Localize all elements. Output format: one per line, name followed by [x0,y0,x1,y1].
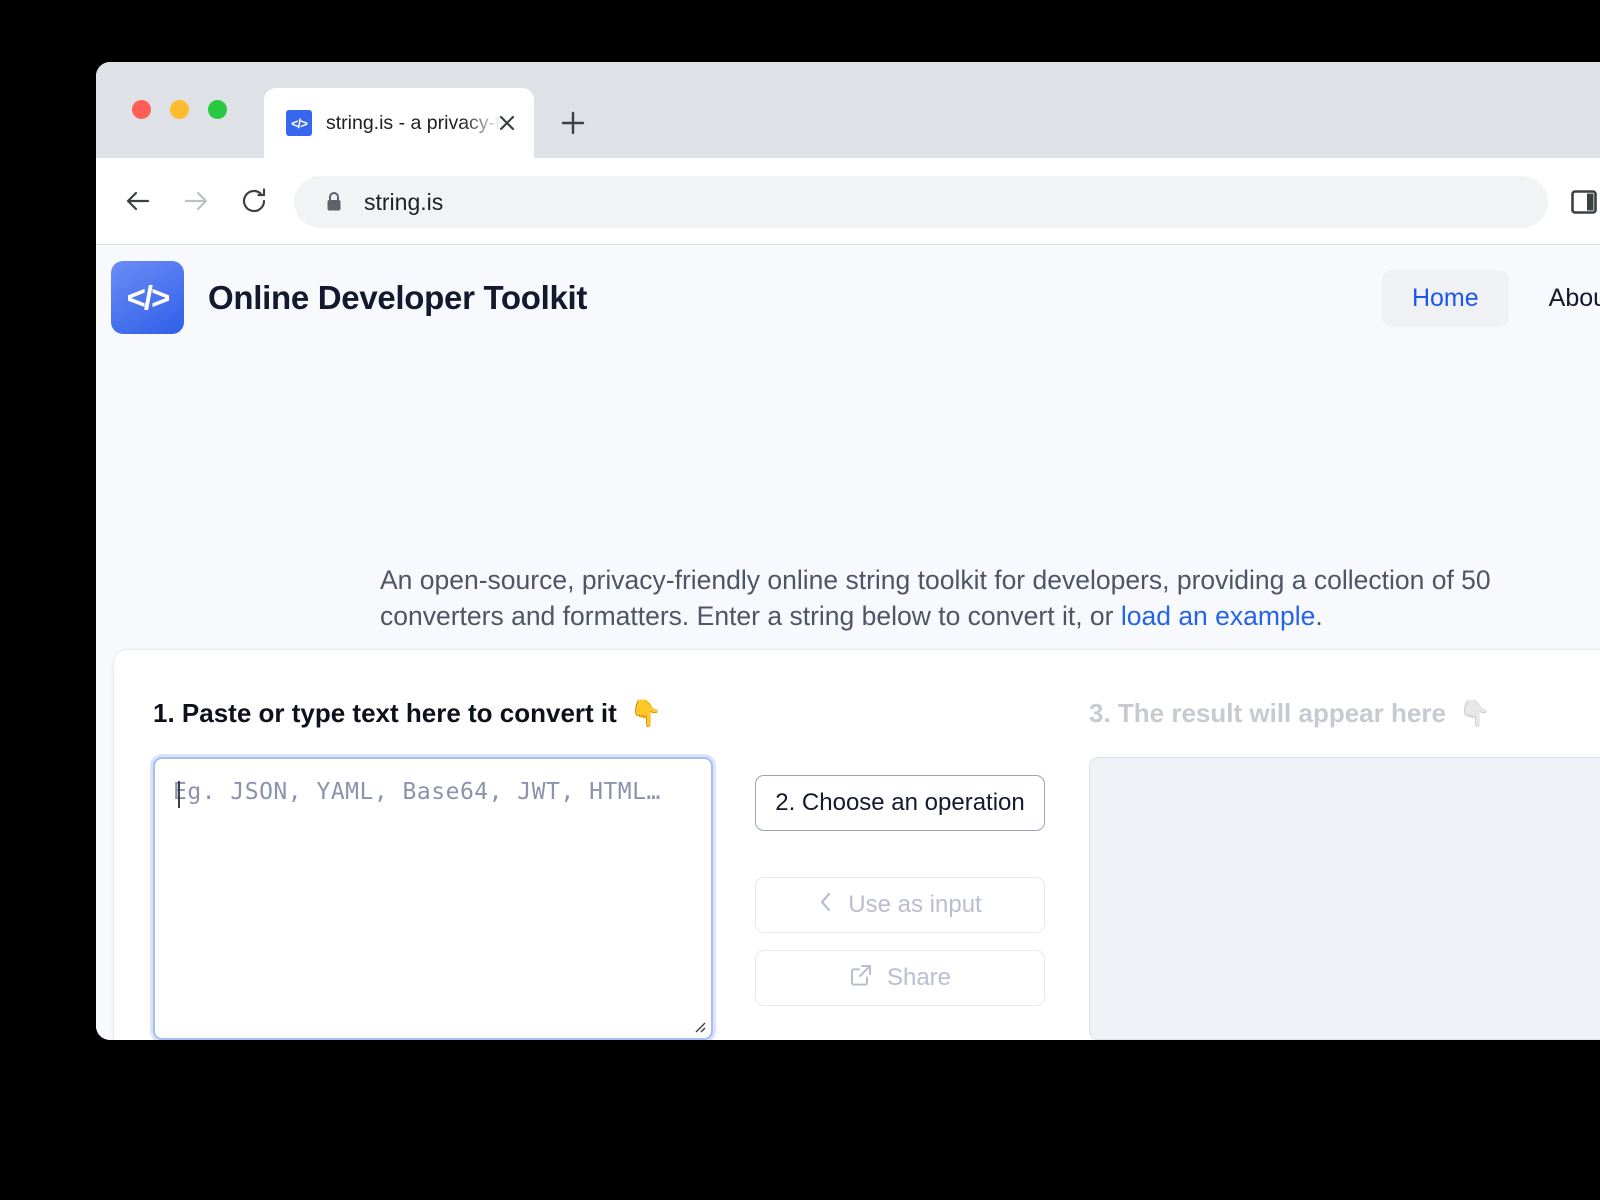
nav-item-home[interactable]: Home [1381,270,1509,327]
choose-operation-button[interactable]: 2. Choose an operation [755,775,1045,831]
share-label: Share [886,964,952,991]
result-heading: 3. The result will appear here 👇 [1089,698,1600,729]
site-nav: Home About [1381,270,1600,327]
use-as-input-label: Use as input [848,891,982,918]
result-output[interactable] [1089,757,1600,1040]
chevron-left-icon [818,891,834,920]
intro-text-after: . [1315,601,1323,632]
converter-card: 1. Paste or type text here to convert it… [113,649,1600,1040]
minimize-window-button[interactable] [170,100,189,119]
text-caret [178,781,180,808]
back-arrow-icon[interactable] [113,176,163,226]
input-panel: 1. Paste or type text here to convert it… [153,698,716,1040]
side-panel-icon[interactable] [1568,186,1600,218]
action-column: 2. Choose an operation Use as input Shar… [755,775,1045,1006]
use-as-input-button[interactable]: Use as input [755,877,1045,933]
resize-handle[interactable] [692,1019,706,1033]
tab-title: string.is - a privacy-friendly o [326,111,501,134]
browser-window: </> string.is - a privacy-friendly o [96,62,1600,1040]
browser-tab-strip: </> string.is - a privacy-friendly o [96,62,1600,158]
brand[interactable]: </> Online Developer Toolkit [111,261,587,334]
point-down-icon: 👇 [629,698,663,728]
page-title: Online Developer Toolkit [208,278,588,316]
nav-item-about[interactable]: About [1519,270,1600,327]
intro-paragraph: An open-source, privacy-friendly online … [380,562,1510,635]
intro-text-before: An open-source, privacy-friendly online … [380,564,1491,632]
reload-icon[interactable] [229,176,279,226]
browser-tab[interactable]: </> string.is - a privacy-friendly o [264,88,534,158]
share-button[interactable]: Share [755,950,1045,1006]
code-brackets-icon: </> [286,110,312,136]
forward-arrow-icon [171,176,221,226]
browser-toolbar: string.is Gu [96,158,1600,245]
result-heading-label: 3. The result will appear here [1089,698,1446,728]
site-header: </> Online Developer Toolkit Home About [96,245,1600,375]
external-link-icon [849,963,873,994]
point-down-icon: 👇 [1458,698,1492,728]
page-content: </> Online Developer Toolkit Home About … [96,245,1600,1040]
result-panel: 3. The result will appear here 👇 [1089,698,1600,1040]
lock-icon[interactable] [324,190,344,214]
address-bar[interactable]: string.is [294,176,1548,228]
input-heading-label: 1. Paste or type text here to convert it [153,698,617,728]
window-controls [132,100,227,119]
input-textarea[interactable]: Eg. JSON, YAML, Base64, JWT, HTML… [153,757,713,1040]
plus-icon[interactable] [556,106,590,140]
load-example-link[interactable]: load an example [1121,601,1315,631]
input-placeholder: Eg. JSON, YAML, Base64, JWT, HTML… [173,779,661,805]
maximize-window-button[interactable] [208,100,227,119]
close-icon[interactable] [494,110,520,136]
address-text: string.is [364,188,444,215]
code-brackets-logo-icon: </> [111,261,184,334]
close-window-button[interactable] [132,100,151,119]
input-heading: 1. Paste or type text here to convert it… [153,698,716,729]
